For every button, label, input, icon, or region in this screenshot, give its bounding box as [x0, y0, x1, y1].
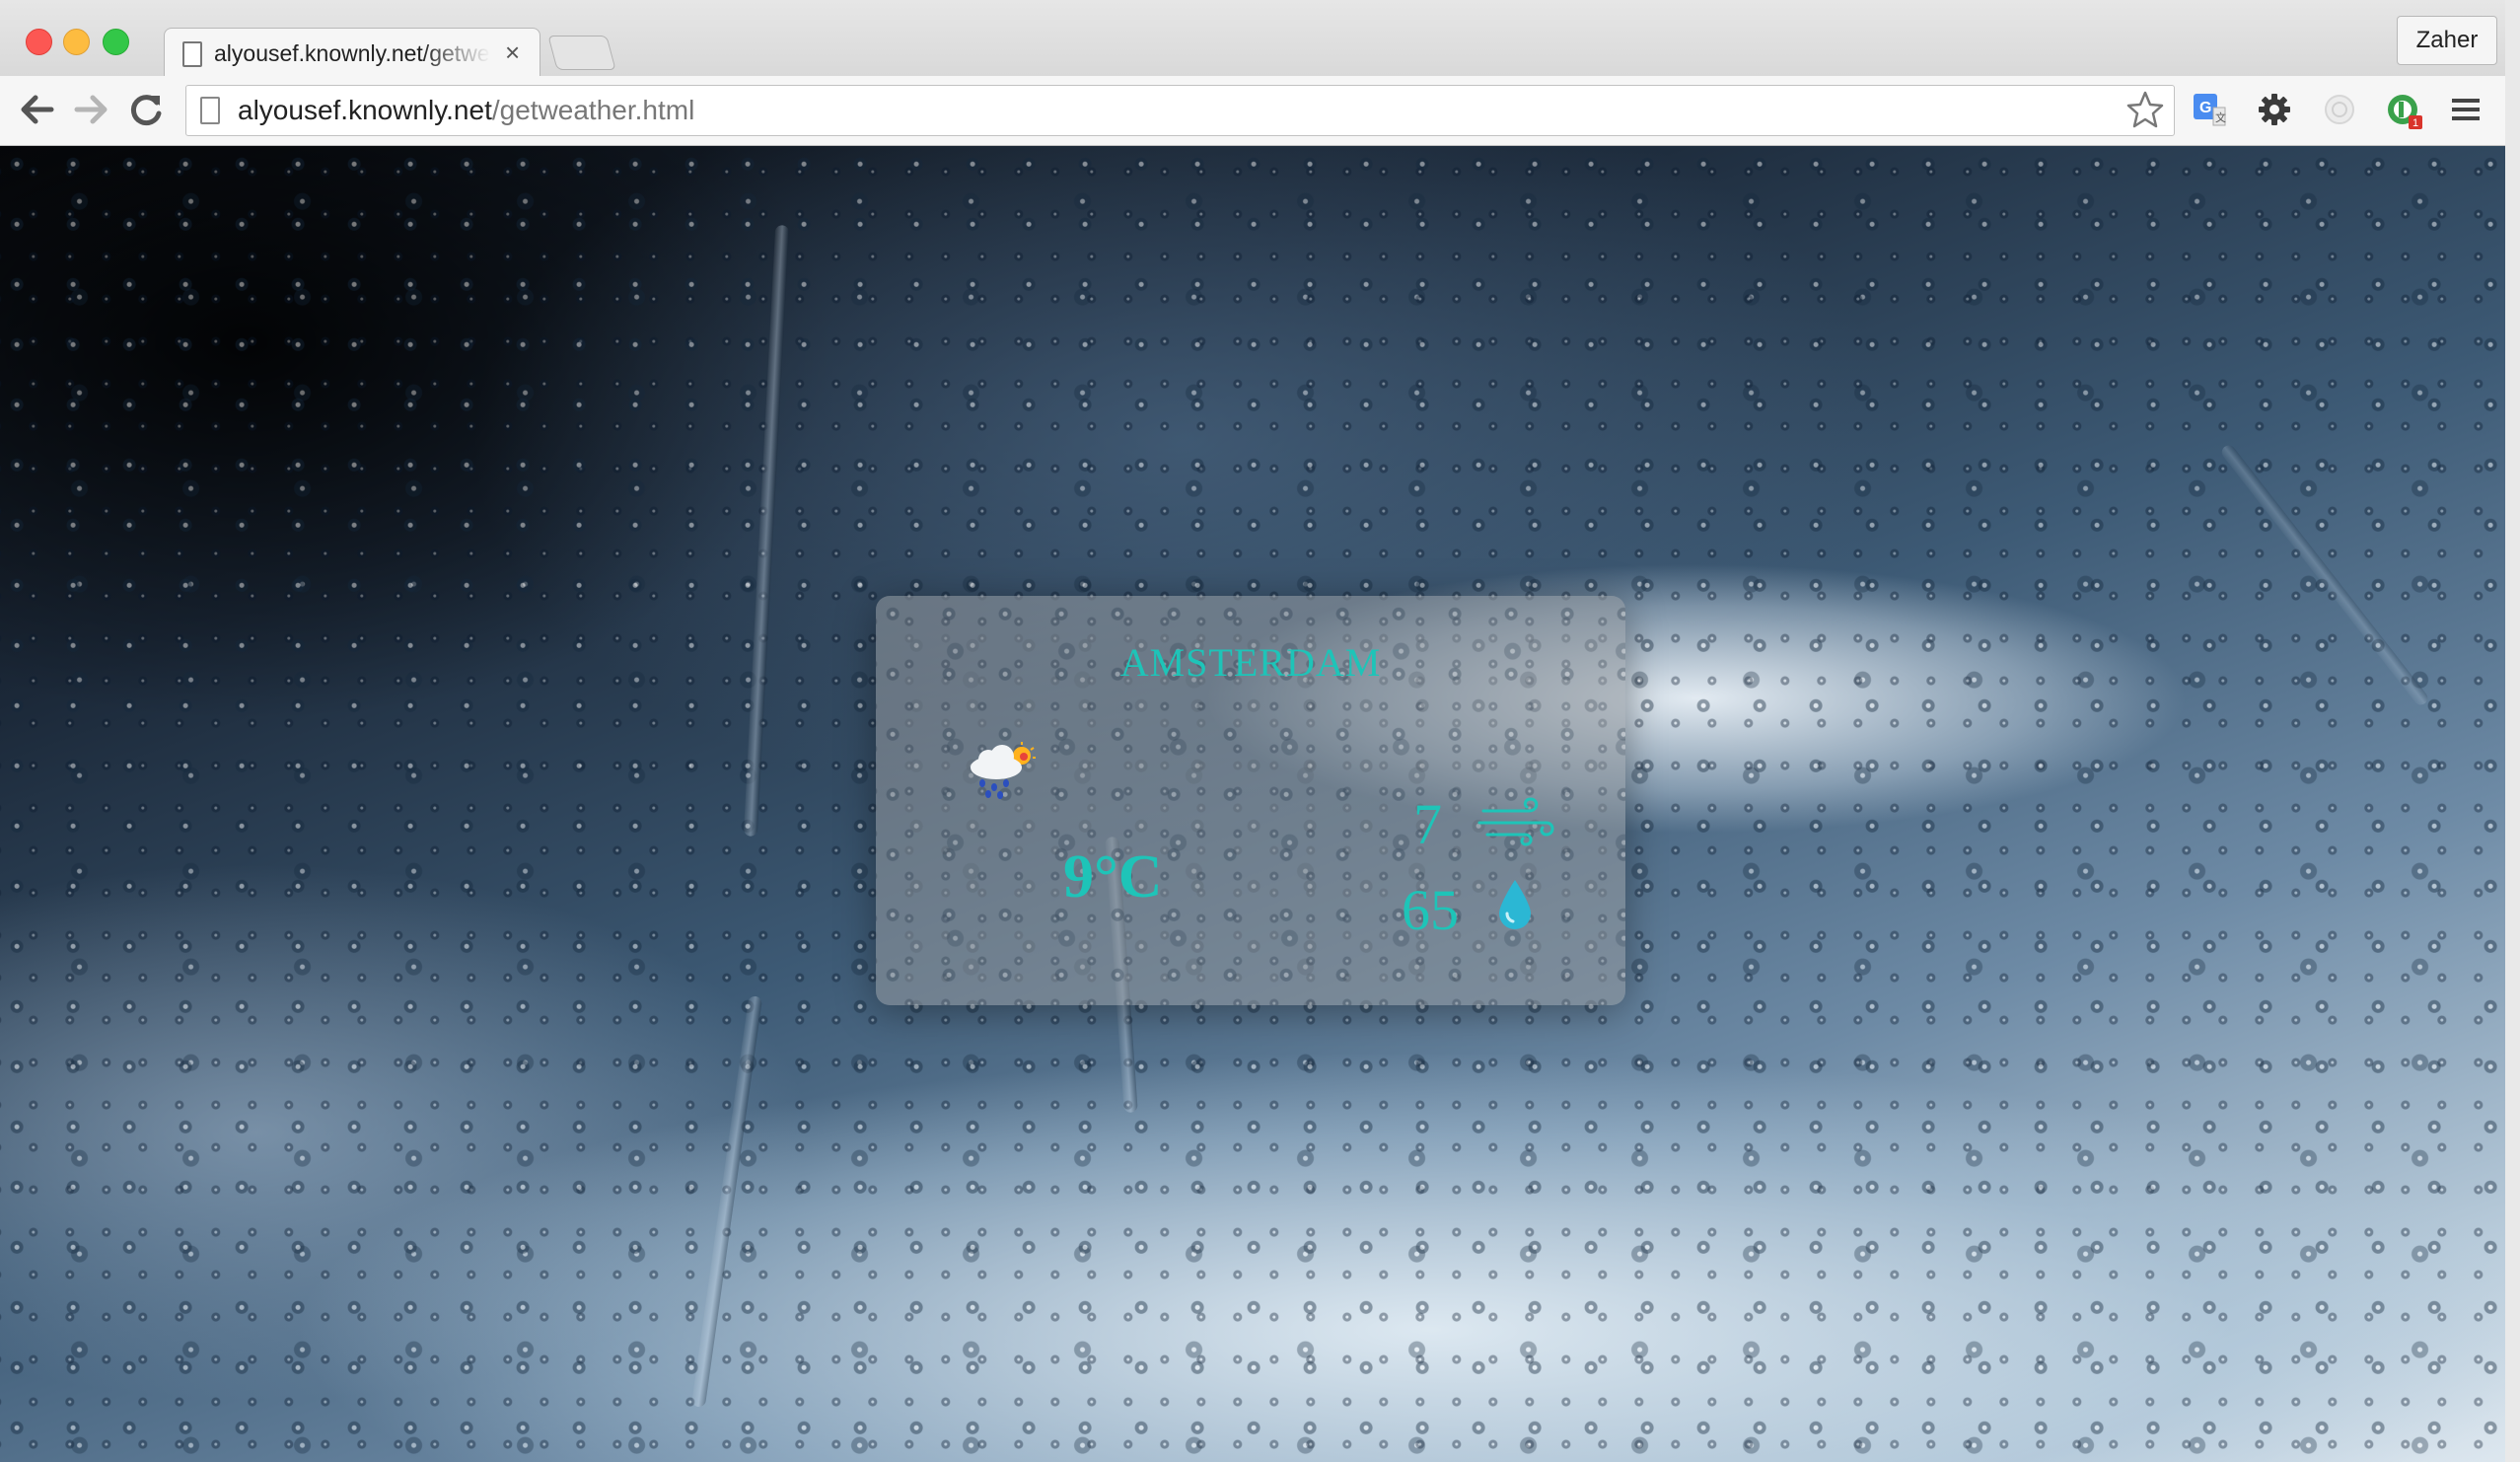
star-icon	[2126, 91, 2164, 128]
address-bar[interactable]: alyousef.knownly.net/getweather.html	[185, 85, 2175, 136]
extension-button[interactable]	[2322, 92, 2357, 127]
browser-toolbar: alyousef.knownly.net/getweather.html G 文	[0, 76, 2505, 146]
new-tab-button[interactable]	[547, 36, 616, 70]
gear-icon	[2259, 94, 2290, 125]
back-button[interactable]	[16, 86, 59, 133]
settings-extension-button[interactable]	[2257, 92, 2292, 127]
green-extension-icon: 1	[2388, 95, 2422, 129]
svg-text:文: 文	[2215, 110, 2226, 124]
url-path: /getweather.html	[491, 95, 695, 125]
google-translate-icon: G 文	[2194, 94, 2226, 126]
url-text[interactable]: alyousef.knownly.net/getweather.html	[238, 95, 694, 126]
profile-button[interactable]: Zaher	[2397, 16, 2497, 65]
tab-title: alyousef.knownly.net/getweather.html	[214, 40, 490, 66]
reload-icon	[130, 95, 162, 126]
wind-icon	[1477, 797, 1554, 846]
arrow-right-icon	[74, 95, 108, 124]
browser-window: alyousef.knownly.net/getweather.html × Z…	[0, 0, 2505, 1462]
window-minimize-button[interactable]	[63, 29, 90, 55]
bookmark-star-button[interactable]	[2126, 90, 2164, 139]
translate-extension-button[interactable]: G 文	[2192, 92, 2227, 127]
forward-button[interactable]	[69, 86, 112, 133]
rain-cloud-sun-icon	[971, 742, 1036, 799]
reload-button[interactable]	[124, 86, 168, 133]
humidity-value: 65	[1402, 878, 1459, 942]
svg-text:G: G	[2199, 100, 2211, 116]
page-viewport: AMSTERDAM 9°C 7 65	[0, 146, 2505, 1462]
tab-close-button[interactable]: ×	[505, 37, 520, 68]
arrow-left-icon	[21, 95, 54, 124]
page-info-icon[interactable]	[200, 97, 220, 124]
city-name: AMSTERDAM	[1119, 640, 1382, 685]
document-icon	[182, 41, 202, 67]
wind-value: 7	[1413, 792, 1442, 856]
weather-card: AMSTERDAM 9°C 7 65	[876, 596, 1625, 1005]
circle-extension-icon	[2325, 95, 2354, 124]
url-host: alyousef.knownly.net	[238, 95, 492, 125]
browser-menu-button[interactable]	[2448, 92, 2484, 127]
window-close-button[interactable]	[26, 29, 52, 55]
tab-strip: alyousef.knownly.net/getweather.html × Z…	[0, 0, 2505, 78]
window-maximize-button[interactable]	[103, 29, 129, 55]
water-drop-icon	[1499, 880, 1531, 929]
green-extension-button[interactable]: 1	[2385, 92, 2422, 129]
temperature-value: 9°C	[1063, 843, 1163, 911]
hamburger-menu-icon	[2452, 99, 2480, 120]
svg-text:1: 1	[2412, 117, 2418, 129]
tab-getweather[interactable]: alyousef.knownly.net/getweather.html ×	[164, 28, 540, 78]
